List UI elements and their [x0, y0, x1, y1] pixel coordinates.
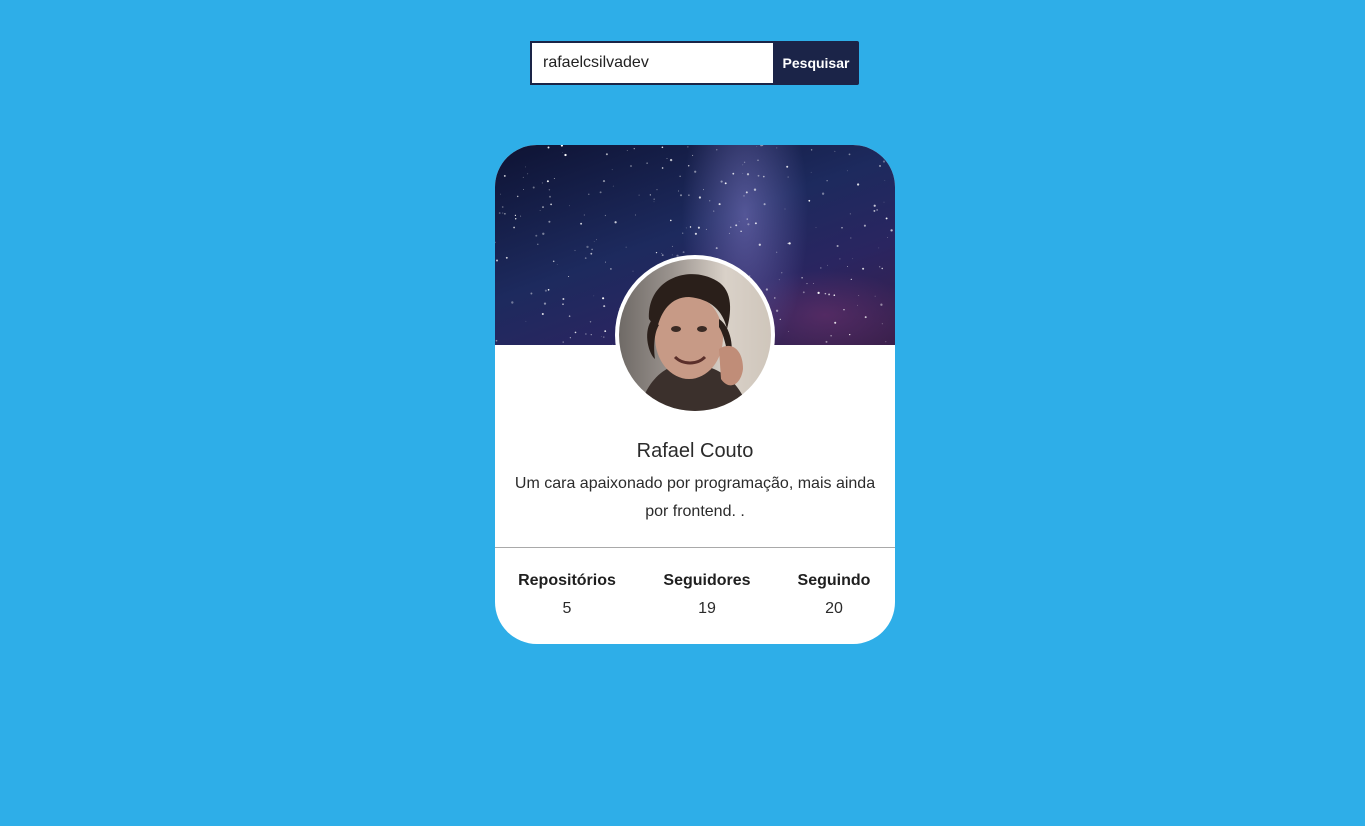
stat-following: Seguindo 20 [793, 572, 875, 618]
stat-followers-value: 19 [698, 600, 716, 617]
profile-bio: Um cara apaixonado por programação, mais… [514, 475, 876, 520]
stat-following-label: Seguindo [797, 572, 871, 589]
search-button[interactable]: Pesquisar [773, 41, 859, 85]
divider [495, 547, 895, 548]
stat-followers-label: Seguidores [663, 572, 751, 589]
avatar [619, 259, 771, 411]
stat-following-value: 20 [825, 600, 843, 617]
profile-name: Rafael Couto [636, 440, 754, 462]
profile-photo [639, 274, 749, 411]
avatar-ring [615, 255, 775, 415]
search-bar: Pesquisar [530, 41, 859, 85]
stat-followers: Seguidores 19 [657, 572, 757, 618]
stat-repositories-label: Repositórios [518, 572, 616, 589]
profile-card: Rafael Couto Um cara apaixonado por prog… [495, 145, 895, 644]
search-input[interactable] [530, 41, 773, 85]
stat-repositories-value: 5 [562, 600, 572, 617]
stat-repositories: Repositórios 5 [513, 572, 621, 618]
